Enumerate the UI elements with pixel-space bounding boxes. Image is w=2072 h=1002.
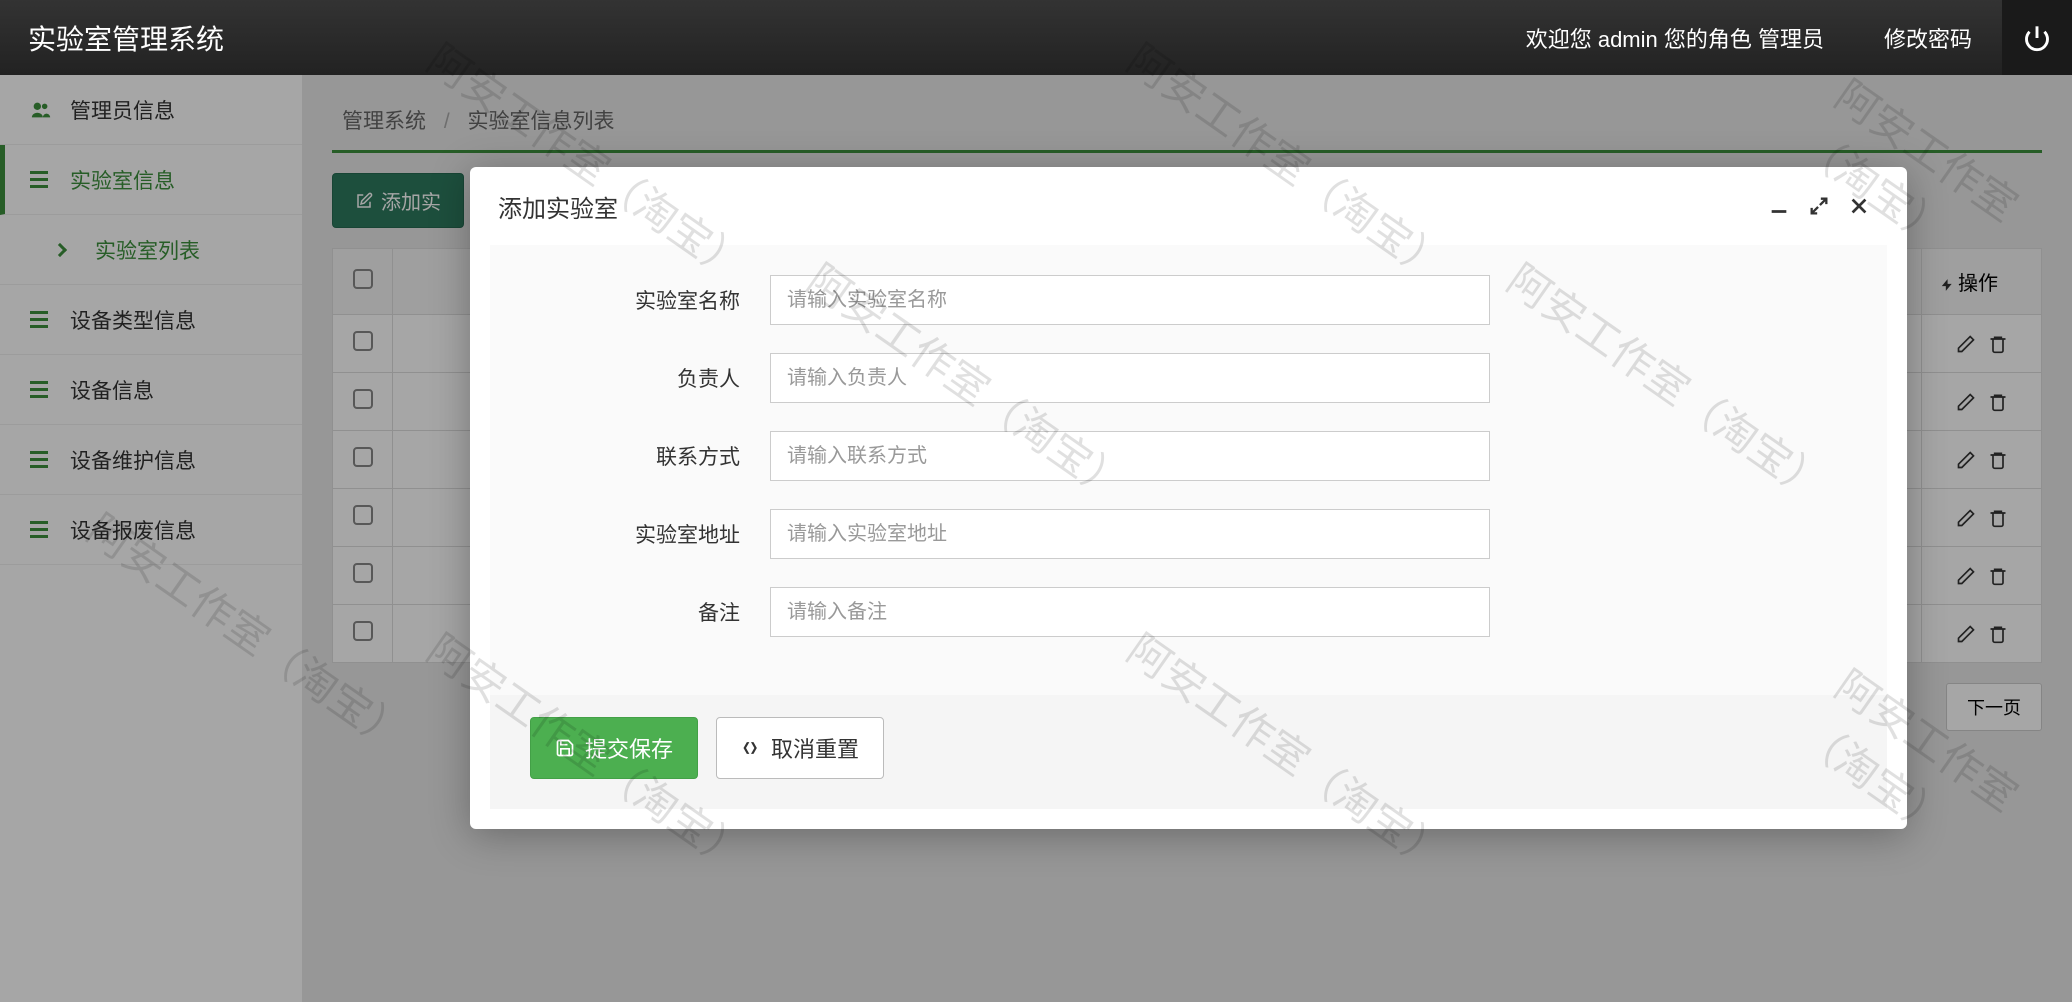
form-label: 联系方式 <box>530 441 770 471</box>
change-password-link[interactable]: 修改密码 <box>1854 22 2002 54</box>
form-input-1[interactable] <box>770 353 1490 403</box>
form-row: 负责人 <box>530 353 1847 403</box>
form-label: 实验室名称 <box>530 285 770 315</box>
modal-footer: 提交保存 取消重置 <box>490 695 1887 809</box>
close-button[interactable] <box>1839 195 1879 217</box>
minimize-icon <box>1768 195 1790 217</box>
app-title: 实验室管理系统 <box>28 18 1496 58</box>
form-row: 联系方式 <box>530 431 1847 481</box>
add-lab-modal: 添加实验室 实验室名称负责人联系方式实验室地址备注 提交保存 取消重置 <box>470 167 1907 829</box>
form-label: 实验室地址 <box>530 519 770 549</box>
welcome-text: 欢迎您 admin 您的角色 管理员 <box>1496 22 1854 54</box>
form-label: 备注 <box>530 597 770 627</box>
form-row: 实验室名称 <box>530 275 1847 325</box>
form-input-2[interactable] <box>770 431 1490 481</box>
cancel-label: 取消重置 <box>771 732 859 764</box>
modal-header: 添加实验室 <box>470 167 1907 245</box>
maximize-button[interactable] <box>1799 195 1839 217</box>
minimize-button[interactable] <box>1759 195 1799 217</box>
submit-label: 提交保存 <box>585 732 673 764</box>
submit-button[interactable]: 提交保存 <box>530 717 698 779</box>
save-icon <box>555 738 575 758</box>
logout-button[interactable] <box>2002 0 2072 75</box>
modal-body: 实验室名称负责人联系方式实验室地址备注 <box>490 245 1887 695</box>
form-input-3[interactable] <box>770 509 1490 559</box>
modal-title: 添加实验室 <box>498 189 1759 224</box>
power-icon <box>2023 24 2051 52</box>
cancel-button[interactable]: 取消重置 <box>716 717 884 779</box>
form-input-0[interactable] <box>770 275 1490 325</box>
close-icon <box>1848 195 1870 217</box>
app-header: 实验室管理系统 欢迎您 admin 您的角色 管理员 修改密码 <box>0 0 2072 75</box>
recycle-icon <box>741 738 761 758</box>
maximize-icon <box>1808 195 1830 217</box>
form-row: 备注 <box>530 587 1847 637</box>
form-label: 负责人 <box>530 363 770 393</box>
form-row: 实验室地址 <box>530 509 1847 559</box>
form-input-4[interactable] <box>770 587 1490 637</box>
